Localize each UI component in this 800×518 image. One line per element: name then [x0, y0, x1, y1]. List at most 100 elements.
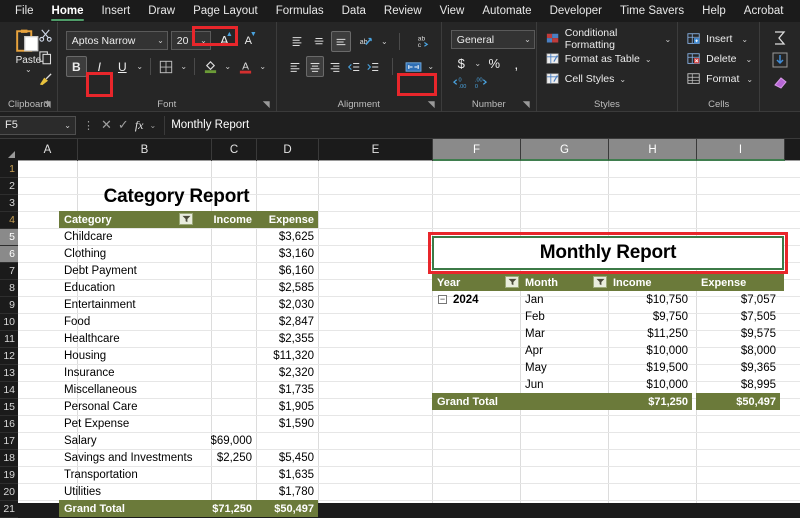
formula-bar-chevron-down-icon[interactable]: ⌄: [149, 121, 156, 130]
row-header-1[interactable]: 1: [0, 161, 18, 178]
column-header-b[interactable]: B: [78, 139, 212, 161]
table-cell-expense[interactable]: $9,575: [696, 325, 780, 342]
row-header-6[interactable]: 6: [0, 246, 18, 263]
row-header-11[interactable]: 11: [0, 331, 18, 348]
format-cells-button[interactable]: Format ⌄: [684, 69, 753, 89]
row-header-20[interactable]: 20: [0, 484, 18, 501]
table-row[interactable]: Savings and Investments: [59, 449, 211, 466]
clear-button[interactable]: [766, 72, 794, 92]
table-cell-income[interactable]: $19,500: [608, 359, 692, 376]
increase-font-size-button[interactable]: A ▲: [214, 30, 235, 51]
table-row[interactable]: Pet Expense: [59, 415, 211, 432]
row-header-17[interactable]: 17: [0, 433, 18, 450]
table-cell-income[interactable]: [211, 330, 256, 347]
table-row[interactable]: Feb: [520, 308, 608, 325]
name-box[interactable]: F5 ⌄: [0, 115, 76, 135]
merge-and-center-button[interactable]: [403, 56, 425, 77]
cell-grid[interactable]: Category Report Category Income Expense …: [18, 161, 800, 517]
table-cell-income[interactable]: [211, 228, 256, 245]
monthly-grand-total-expense[interactable]: $50,497: [696, 393, 780, 410]
table-cell-expense[interactable]: $1,780: [256, 483, 318, 500]
delete-chevron-down-icon[interactable]: ⌄: [746, 55, 753, 64]
row-header-5[interactable]: 5: [0, 229, 18, 246]
align-top-button[interactable]: [287, 31, 307, 52]
table-cell-expense[interactable]: $9,365: [696, 359, 780, 376]
table-row[interactable]: Personal Care: [59, 398, 211, 415]
underline-chevron-down-icon[interactable]: ⌄: [135, 62, 145, 71]
cancel-x-icon[interactable]: ✕: [101, 117, 112, 133]
row-header-15[interactable]: 15: [0, 399, 18, 416]
table-row[interactable]: Clothing: [59, 245, 211, 262]
table-cell-expense[interactable]: [256, 432, 318, 449]
orientation-chevron-down-icon[interactable]: ⌄: [380, 37, 390, 46]
table-row[interactable]: Miscellaneous: [59, 381, 211, 398]
column-header-e[interactable]: E: [319, 139, 433, 161]
cell-styles-chevron-down-icon[interactable]: ⌄: [619, 75, 626, 84]
underline-button[interactable]: U: [112, 56, 133, 77]
table-cell-expense[interactable]: $1,590: [256, 415, 318, 432]
fill-button[interactable]: [766, 50, 794, 70]
cell-styles-button[interactable]: Cell Styles ⌄: [543, 69, 671, 89]
monthly-report-header-expense[interactable]: Expense: [696, 274, 784, 291]
tab-automate[interactable]: Automate: [473, 0, 540, 22]
format-as-table-button[interactable]: Format as Table ⌄: [543, 49, 671, 69]
row-header-12[interactable]: 12: [0, 348, 18, 365]
table-row[interactable]: Entertainment: [59, 296, 211, 313]
name-box-chevron-down-icon[interactable]: ⌄: [64, 121, 71, 130]
align-right-button[interactable]: [326, 56, 343, 77]
row-header-8[interactable]: 8: [0, 280, 18, 297]
column-header-i[interactable]: I: [697, 139, 785, 161]
table-cell-expense[interactable]: $2,585: [256, 279, 318, 296]
category-report-header-category[interactable]: Category: [59, 211, 193, 228]
table-cell-expense[interactable]: $2,030: [256, 296, 318, 313]
percent-format-button[interactable]: %: [484, 53, 505, 74]
borders-button[interactable]: [156, 56, 177, 77]
row-header-14[interactable]: 14: [0, 382, 18, 399]
italic-button[interactable]: I: [89, 56, 110, 77]
table-cell-income[interactable]: [211, 313, 256, 330]
column-header-a[interactable]: A: [18, 139, 78, 161]
row-header-2[interactable]: 2: [0, 178, 18, 195]
row-header-18[interactable]: 18: [0, 450, 18, 467]
tab-view[interactable]: View: [431, 0, 474, 22]
table-cell-expense[interactable]: $1,735: [256, 381, 318, 398]
table-row[interactable]: Childcare: [59, 228, 211, 245]
tab-time-savers[interactable]: Time Savers: [611, 0, 693, 22]
font-name-chevron-down-icon[interactable]: ⌄: [153, 36, 164, 45]
formula-bar-more-icon[interactable]: ⋮: [76, 119, 101, 132]
table-cell-expense[interactable]: $8,995: [696, 376, 780, 393]
column-header-d[interactable]: D: [257, 139, 319, 161]
tab-power-pivot[interactable]: Power Pivot: [792, 0, 800, 22]
tab-data[interactable]: Data: [333, 0, 375, 22]
table-cell-expense[interactable]: $11,320: [256, 347, 318, 364]
year-filter-dropdown-icon[interactable]: [505, 276, 519, 288]
table-cell-expense[interactable]: $3,625: [256, 228, 318, 245]
table-cell-income[interactable]: [211, 466, 256, 483]
month-filter-dropdown-icon[interactable]: [593, 276, 607, 288]
table-cell-expense[interactable]: $8,000: [696, 342, 780, 359]
table-cell-expense[interactable]: $5,450: [256, 449, 318, 466]
table-cell-income[interactable]: [211, 245, 256, 262]
table-cell-income[interactable]: [211, 381, 256, 398]
number-dialog-launcher-icon[interactable]: ◥: [523, 100, 532, 109]
delete-cells-button[interactable]: Delete ⌄: [684, 49, 753, 69]
insert-chevron-down-icon[interactable]: ⌄: [741, 35, 748, 44]
column-header-h[interactable]: H: [609, 139, 697, 161]
fx-icon[interactable]: fx: [135, 118, 144, 133]
font-dialog-launcher-icon[interactable]: ◥: [263, 100, 272, 109]
row-header-3[interactable]: 3: [0, 195, 18, 212]
table-cell-income[interactable]: [211, 415, 256, 432]
align-middle-button[interactable]: [309, 31, 329, 52]
currency-format-button[interactable]: $: [451, 53, 472, 74]
row-header-13[interactable]: 13: [0, 365, 18, 382]
font-size-input[interactable]: 20 ⌄: [170, 31, 211, 50]
table-cell-income[interactable]: [211, 398, 256, 415]
copy-icon[interactable]: [38, 50, 53, 65]
table-row[interactable]: Transportation: [59, 466, 211, 483]
table-cell-expense[interactable]: $3,160: [256, 245, 318, 262]
format-chevron-down-icon[interactable]: ⌄: [746, 75, 753, 84]
select-all-corner[interactable]: [0, 139, 18, 161]
row-header-16[interactable]: 16: [0, 416, 18, 433]
borders-chevron-down-icon[interactable]: ⌄: [179, 62, 189, 71]
table-cell-expense[interactable]: $6,160: [256, 262, 318, 279]
